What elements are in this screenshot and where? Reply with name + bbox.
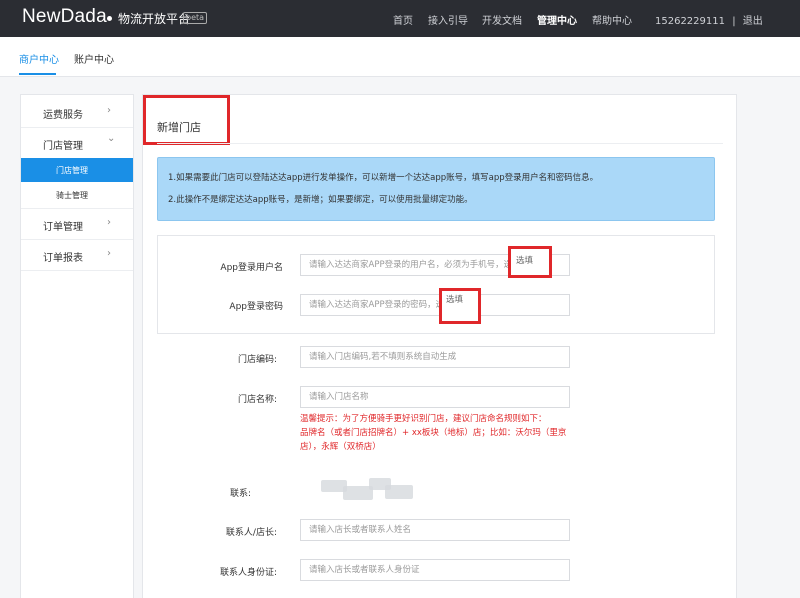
app-password-optional-highlight: 选填: [439, 288, 481, 324]
store-name-input[interactable]: 请输入门店名称: [300, 386, 570, 408]
tab-merchant-center[interactable]: 商户中心: [19, 51, 59, 66]
sidebar-item-orders[interactable]: 订单管理 ›: [21, 209, 133, 239]
chevron-down-icon: ⌄: [107, 133, 116, 144]
nav-management[interactable]: 管理中心: [537, 12, 577, 27]
sidebar: 运费服务 › 门店管理 ⌄ 门店管理 骑士管理 订单管理 › 订单报表 ›: [20, 94, 134, 598]
nav-onboarding[interactable]: 接入引导: [428, 12, 468, 27]
logo-dot-icon: [107, 16, 112, 21]
app-username-label: App登录用户名: [220, 263, 283, 273]
contact-label: 联系:: [229, 489, 251, 499]
sidebar-item-label: 订单报表: [43, 253, 83, 264]
store-code-label: 门店编码:: [237, 355, 277, 365]
sidebar-item-reports[interactable]: 订单报表 ›: [21, 240, 133, 270]
sidebar-item-freight[interactable]: 运费服务 ›: [21, 97, 133, 127]
manager-label: 联系人/店长:: [225, 528, 277, 538]
logo[interactable]: NewDada: [22, 6, 107, 28]
divider: [21, 270, 133, 271]
platform-title: 物流开放平台: [118, 12, 191, 26]
app-account-section: [157, 235, 715, 334]
chevron-right-icon: ›: [107, 105, 111, 116]
store-code-input[interactable]: 请输入门店编码,若不填则系统自动生成: [300, 346, 570, 368]
top-navbar: NewDada 物流开放平台 beta 首页 接入引导 开发文档 管理中心 帮助…: [0, 0, 800, 37]
info-line-1: 1.如果需要此门店可以登陆达达app进行发单操作，可以新增一个达达app账号，填…: [168, 173, 599, 183]
active-tab-underline: [19, 73, 56, 75]
highlight-box: [143, 95, 230, 145]
sidebar-item-label: 运费服务: [43, 110, 83, 121]
sidebar-item-label: 订单管理: [43, 222, 83, 233]
store-name-hint-line-1: 温馨提示：为了方便骑手更好识别门店，建议门店命名规则如下：: [300, 414, 547, 424]
beta-badge: beta: [183, 12, 208, 24]
app-username-optional-highlight: 选填: [508, 246, 552, 278]
nav-help[interactable]: 帮助中心: [592, 12, 632, 27]
sidebar-subitem-rider-management[interactable]: 骑士管理: [21, 183, 133, 207]
id-card-input[interactable]: 请输入店长或者联系人身份证: [300, 559, 570, 581]
chevron-right-icon: ›: [107, 248, 111, 259]
app-password-label: App登录密码: [229, 302, 283, 312]
tab-account-center[interactable]: 账户中心: [74, 51, 114, 66]
chevron-right-icon: ›: [107, 217, 111, 228]
id-card-label: 联系人身份证:: [219, 568, 277, 578]
divider: [157, 143, 723, 144]
info-line-2: 2.此操作不是绑定达达app账号，是新增；如果要绑定，可以使用批量绑定功能。: [168, 195, 473, 205]
sidebar-subitem-label: 骑士管理: [56, 191, 88, 200]
user-phone: 15262229111 | 退出: [655, 12, 763, 27]
sidebar-subitem-store-management[interactable]: 门店管理: [21, 158, 133, 182]
main-panel: 新增门店 1.如果需要此门店可以登陆达达app进行发单操作，可以新增一个达达ap…: [142, 94, 737, 598]
nav-home[interactable]: 首页: [393, 12, 413, 27]
info-notice: 1.如果需要此门店可以登陆达达app进行发单操作，可以新增一个达达app账号，填…: [157, 157, 715, 221]
store-name-hint-line-2: 品牌名（或者门店招牌名）+ xx板块（地标）店；比如：沃尔玛（里京: [300, 428, 567, 438]
app-password-input[interactable]: 请输入达达商家APP登录的密码，选填: [300, 294, 570, 316]
sidebar-item-store[interactable]: 门店管理 ⌄: [21, 128, 133, 158]
manager-input[interactable]: 请输入店长或者联系人姓名: [300, 519, 570, 541]
store-name-label: 门店名称:: [237, 395, 277, 405]
redacted-contact-value: [321, 476, 413, 502]
phone-number: 15262229111: [655, 16, 725, 27]
sidebar-subitem-label: 门店管理: [56, 166, 88, 175]
nav-separator: |: [732, 16, 736, 27]
store-name-hint-line-3: 店），永辉（双桥店）: [300, 442, 381, 452]
sidebar-item-label: 门店管理: [43, 141, 83, 152]
logout-link[interactable]: 退出: [743, 16, 763, 27]
nav-docs[interactable]: 开发文档: [482, 12, 522, 27]
sub-tabs: 商户中心 账户中心: [0, 37, 800, 77]
